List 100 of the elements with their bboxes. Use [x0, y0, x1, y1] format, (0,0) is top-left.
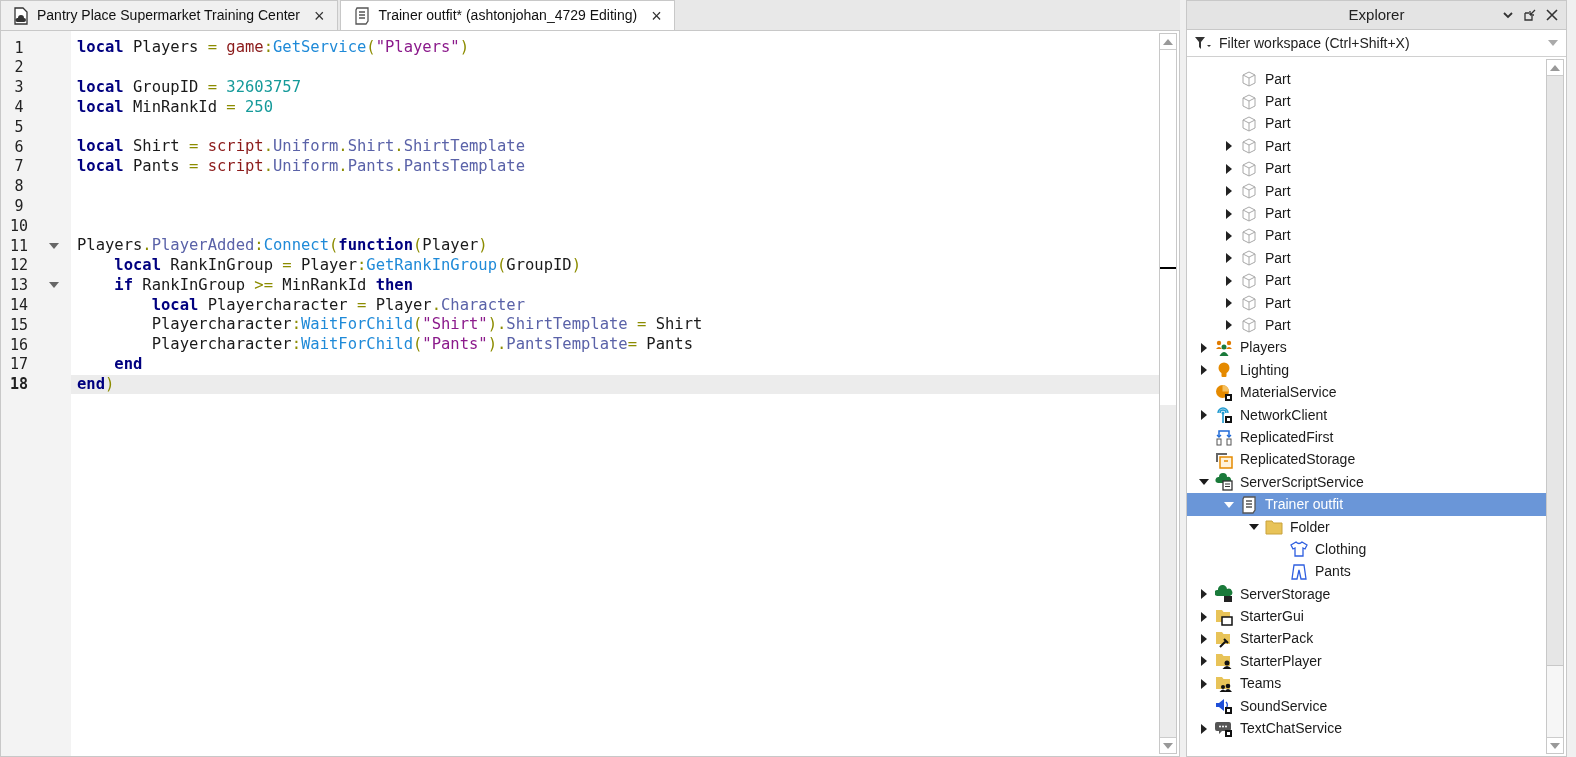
scroll-position-marker	[1160, 267, 1176, 269]
expand-arrow-icon[interactable]	[1199, 633, 1209, 644]
tree-item[interactable]: StarterPlayer	[1187, 650, 1546, 673]
expand-arrow-icon[interactable]	[1224, 230, 1234, 241]
expand-arrow-icon[interactable]	[1224, 208, 1234, 219]
tree-item[interactable]: ReplicatedStorage	[1187, 448, 1546, 472]
code-line: local RankInGroup = Player:GetRankInGroup(GroupID)	[113, 255, 581, 277]
scrollbar-thumb[interactable]	[1547, 76, 1563, 666]
expand-arrow-icon[interactable]	[1199, 723, 1209, 734]
expand-arrow-icon[interactable]	[1224, 275, 1234, 286]
tree-item[interactable]: Part	[1187, 247, 1546, 270]
tree-item[interactable]: Part	[1187, 202, 1546, 225]
scroll-down-icon[interactable]	[1550, 742, 1560, 749]
line-number: 14	[8, 295, 30, 316]
storage-box-icon	[1215, 450, 1233, 469]
tree-item[interactable]: Part	[1187, 90, 1546, 113]
folder-people-icon	[1215, 674, 1233, 693]
tree-item[interactable]: Clothing	[1187, 538, 1546, 561]
tree-item[interactable]: Part	[1187, 68, 1546, 91]
tree-item[interactable]: Part	[1187, 112, 1546, 136]
tree-item[interactable]: StarterPack	[1187, 627, 1546, 651]
cube-icon	[1240, 316, 1258, 335]
item-label: ReplicatedFirst	[1240, 427, 1334, 447]
line-number: 12	[8, 255, 30, 277]
item-label: ReplicatedStorage	[1240, 450, 1356, 470]
tree-item[interactable]: Lighting	[1187, 359, 1546, 382]
filter-icon	[1195, 37, 1213, 49]
scroll-down-icon[interactable]	[1163, 742, 1173, 749]
expand-arrow-icon[interactable]	[1224, 298, 1234, 309]
folder-icon	[1265, 518, 1283, 536]
item-label: StarterPack	[1240, 629, 1314, 649]
item-label: Pants	[1315, 562, 1351, 582]
cube-icon	[1240, 294, 1258, 313]
expand-arrow-icon[interactable]	[1199, 611, 1209, 622]
line-number: 11	[8, 235, 30, 257]
chevron-down-icon[interactable]	[1502, 9, 1514, 21]
tree-item[interactable]: Teams	[1187, 672, 1546, 695]
scroll-up-icon[interactable]	[1163, 38, 1173, 45]
tree-item[interactable]: NetworkClient	[1187, 403, 1546, 427]
scrollbar-thumb[interactable]	[1160, 50, 1176, 405]
code-line: Playercharacter:WaitForChild("Shirt").ShirtTemplate = Shirt	[150, 314, 703, 336]
line-number: 6	[13, 136, 25, 158]
item-label: Part	[1265, 181, 1291, 201]
code-line: end)	[77, 373, 115, 395]
cube-icon	[1240, 137, 1258, 156]
expand-arrow-icon[interactable]	[1199, 342, 1209, 353]
tree-item[interactable]: Part	[1187, 291, 1546, 315]
tree-item[interactable]: Folder	[1187, 515, 1546, 539]
item-label: ServerScriptService	[1240, 472, 1364, 492]
tree-item[interactable]: MaterialService	[1187, 381, 1546, 404]
fold-arrow-icon[interactable]	[49, 241, 59, 250]
tree-item[interactable]: Players	[1187, 336, 1546, 360]
expand-arrow-icon[interactable]	[1199, 410, 1209, 421]
scroll-up-icon[interactable]	[1550, 64, 1560, 71]
undock-icon[interactable]	[1524, 9, 1536, 21]
close-button[interactable]: ×	[651, 6, 662, 25]
expand-arrow-icon[interactable]	[1199, 589, 1209, 600]
fold-arrow-icon[interactable]	[49, 281, 59, 290]
scrollbar[interactable]	[1546, 59, 1564, 754]
cube-icon	[1240, 159, 1258, 178]
expand-arrow-icon[interactable]	[1224, 141, 1234, 152]
item-label: Players	[1240, 338, 1287, 358]
expand-arrow-icon[interactable]	[1224, 320, 1234, 331]
tree-item[interactable]: Part	[1187, 224, 1546, 248]
tree-item[interactable]: ServerStorage	[1187, 583, 1546, 606]
tree-item[interactable]: Part	[1187, 269, 1546, 292]
document-tab[interactable]: Pantry Place Supermarket Training Center ×	[0, 0, 338, 30]
expand-arrow-icon[interactable]	[1199, 678, 1209, 689]
line-number: 10	[8, 215, 30, 237]
tree-item[interactable]: SoundService	[1187, 694, 1546, 718]
tree-item[interactable]: ServerScriptService	[1187, 471, 1546, 494]
collapse-arrow-icon[interactable]	[1249, 522, 1259, 532]
line-number: 3	[13, 77, 25, 99]
item-label: Part	[1265, 226, 1291, 246]
shirt-icon	[1290, 540, 1308, 559]
pants-icon	[1290, 562, 1308, 581]
filter-field[interactable]: Filter workspace (Ctrl+Shift+X)	[1219, 32, 1542, 54]
expand-arrow-icon[interactable]	[1224, 186, 1234, 197]
close-icon[interactable]	[1546, 9, 1558, 21]
tree-item[interactable]: Part	[1187, 179, 1546, 203]
close-button[interactable]: ×	[314, 6, 325, 25]
expand-arrow-icon[interactable]	[1199, 365, 1209, 376]
document-tab[interactable]: Trainer outfit* (ashtonjohan_4729 Editing) ×	[339, 0, 675, 30]
item-label: Part	[1265, 159, 1291, 179]
cube-icon	[1240, 226, 1258, 245]
expand-arrow-icon[interactable]	[1199, 656, 1209, 667]
tree-item[interactable]: StarterGui	[1187, 605, 1546, 628]
item-label: Part	[1265, 204, 1291, 224]
scrollbar[interactable]	[1159, 33, 1177, 754]
tree-item[interactable]: Part	[1187, 157, 1546, 180]
speaker-icon	[1215, 697, 1233, 716]
tree-item[interactable]: Pants	[1187, 560, 1546, 583]
tree-item[interactable]: ReplicatedFirst	[1187, 426, 1546, 449]
script-icon	[1240, 495, 1258, 514]
tree-item[interactable]: TextChatService	[1187, 717, 1546, 740]
expand-arrow-icon[interactable]	[1224, 163, 1234, 174]
expand-arrow-icon[interactable]	[1224, 253, 1234, 264]
tree-item[interactable]: Part	[1187, 135, 1546, 158]
code-line: Players.PlayerAdded:Connect(function(Player)	[77, 235, 488, 257]
tree-item[interactable]: Part	[1187, 314, 1546, 337]
